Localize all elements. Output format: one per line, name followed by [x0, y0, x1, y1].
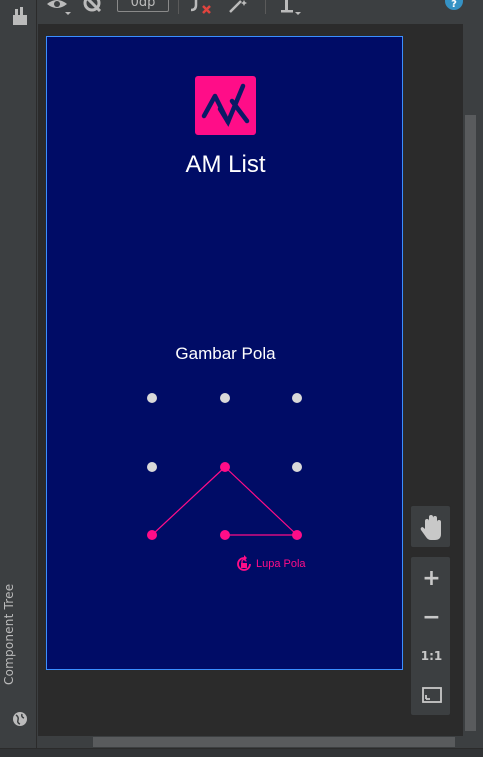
align-icon[interactable]: [279, 0, 307, 16]
forgot-pattern-label[interactable]: Lupa Pola: [256, 558, 306, 570]
zoom-in-button[interactable]: +: [411, 559, 452, 597]
left-tool-strip: Component Tree: [0, 0, 37, 757]
vertical-scrollbar-thumb[interactable]: [465, 115, 476, 731]
component-tree-label[interactable]: Component Tree: [2, 584, 16, 685]
horizontal-scrollbar-thumb[interactable]: [93, 737, 455, 747]
eye-icon[interactable]: [46, 0, 72, 16]
svg-text:?: ?: [451, 0, 457, 10]
forgot-pattern-link[interactable]: Lupa Pola: [235, 555, 306, 573]
magic-wand-icon[interactable]: [227, 0, 251, 16]
zoom-to-fit-button[interactable]: [411, 676, 452, 714]
pattern-dot-8[interactable]: [220, 530, 230, 540]
zoom-out-button[interactable]: −: [411, 598, 452, 636]
pan-button[interactable]: [410, 505, 451, 548]
fit-screen-icon: [421, 687, 442, 703]
pan-hand-icon: [420, 515, 441, 540]
design-toolbar: 0dp ?: [37, 0, 483, 24]
default-margin-field[interactable]: 0dp: [117, 0, 169, 12]
pattern-lock-view[interactable]: [47, 37, 404, 671]
eye-off-icon[interactable]: [82, 0, 104, 16]
pattern-line: [224, 466, 298, 536]
pattern-dot-2[interactable]: [220, 393, 230, 403]
status-bar: [0, 748, 483, 757]
globe-icon[interactable]: [12, 711, 28, 727]
help-icon[interactable]: ?: [444, 0, 464, 16]
pattern-dot-7[interactable]: [147, 530, 157, 540]
pattern-dot-5[interactable]: [220, 462, 230, 472]
pattern-line: [151, 466, 226, 536]
pattern-dot-4[interactable]: [147, 462, 157, 472]
layout-preview-screen[interactable]: AM List Gambar Pola Lupa Pola: [46, 36, 403, 670]
zoom-actual-size-button[interactable]: 1:1: [411, 637, 452, 675]
palette-icon[interactable]: [11, 6, 29, 26]
toolbar-separator: [178, 0, 179, 14]
pattern-dot-3[interactable]: [292, 393, 302, 403]
toolbar-separator: [265, 0, 266, 14]
pattern-dot-6[interactable]: [292, 462, 302, 472]
zoom-controls: + − 1:1: [410, 556, 451, 716]
clear-constraints-icon[interactable]: [188, 0, 216, 16]
pattern-dot-9[interactable]: [292, 530, 302, 540]
pattern-dot-1[interactable]: [147, 393, 157, 403]
unlock-reset-icon: [237, 555, 251, 571]
